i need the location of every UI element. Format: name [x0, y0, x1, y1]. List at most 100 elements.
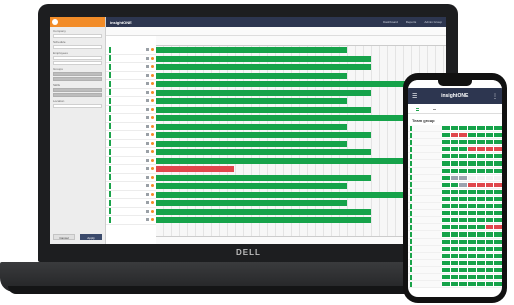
phone-slot[interactable]	[468, 175, 476, 180]
phone-slot[interactable]	[485, 232, 494, 237]
shift-bar[interactable]	[156, 123, 348, 130]
phone-slot[interactable]	[442, 189, 450, 194]
phone-slot[interactable]	[494, 232, 502, 237]
alert-icon[interactable]	[151, 48, 154, 52]
phone-slot[interactable]	[442, 161, 450, 166]
phone-slot[interactable]	[468, 140, 476, 145]
employee-row[interactable]	[106, 165, 156, 174]
phone-slot[interactable]	[442, 253, 450, 258]
phone-slot[interactable]	[450, 126, 459, 131]
phone-slot[interactable]	[494, 204, 502, 209]
phone-slot[interactable]	[468, 161, 476, 166]
phone-slot[interactable]	[468, 154, 476, 159]
phone-slot[interactable]	[485, 196, 494, 202]
phone-slot[interactable]	[485, 147, 494, 152]
info-icon[interactable]	[146, 175, 149, 179]
phone-slot[interactable]	[494, 189, 502, 194]
phone-slot[interactable]	[476, 126, 485, 131]
phone-slot[interactable]	[442, 133, 450, 138]
phone-slot[interactable]	[468, 246, 476, 251]
phone-slot[interactable]	[485, 189, 494, 194]
menu-icon[interactable]: ☰	[412, 93, 417, 100]
phone-employee-row[interactable]	[408, 259, 502, 267]
employee-row[interactable]	[106, 157, 156, 165]
phone-slot[interactable]	[450, 274, 459, 280]
phone-slot[interactable]	[494, 274, 502, 280]
info-icon[interactable]	[146, 167, 149, 171]
phone-slot[interactable]	[468, 218, 476, 223]
groups-field[interactable]	[53, 72, 102, 76]
phone-slot[interactable]	[494, 126, 502, 131]
alert-icon[interactable]	[151, 99, 154, 103]
phone-slot[interactable]	[459, 168, 468, 173]
info-icon[interactable]	[146, 124, 149, 128]
phone-slot[interactable]	[494, 140, 502, 145]
alert-icon[interactable]	[151, 65, 154, 69]
phone-slot[interactable]	[485, 204, 494, 209]
cancel-button[interactable]: Cancel	[53, 234, 75, 240]
phone-slot[interactable]	[459, 133, 468, 138]
phone-slot[interactable]	[459, 253, 468, 258]
shift-bar-alert[interactable]	[156, 166, 235, 173]
phone-slot[interactable]	[485, 140, 494, 145]
info-icon[interactable]	[146, 184, 149, 188]
skills-field-2[interactable]	[53, 93, 102, 97]
phone-slot[interactable]	[494, 239, 502, 244]
phone-slot[interactable]	[450, 161, 459, 166]
phone-slot[interactable]	[494, 246, 502, 251]
info-icon[interactable]	[146, 218, 149, 222]
phone-slot[interactable]	[442, 211, 450, 216]
phone-slot[interactable]	[485, 133, 494, 138]
company-field[interactable]	[53, 34, 102, 38]
phone-slot[interactable]	[450, 225, 459, 230]
alert-icon[interactable]	[151, 73, 154, 77]
groups-field-2[interactable]	[53, 77, 102, 81]
apply-button[interactable]: Apply	[80, 234, 102, 240]
info-icon[interactable]	[146, 209, 149, 213]
phone-slot[interactable]	[442, 267, 450, 272]
employees-field[interactable]	[53, 56, 102, 60]
alert-icon[interactable]	[151, 90, 154, 94]
phone-slot[interactable]	[494, 225, 502, 230]
info-icon[interactable]	[146, 90, 149, 94]
employee-row[interactable]	[106, 148, 156, 157]
phone-employee-row[interactable]	[408, 203, 502, 211]
phone-slot[interactable]	[485, 274, 494, 280]
employee-row[interactable]	[106, 80, 156, 89]
phone-slot[interactable]	[468, 239, 476, 244]
phone-slot[interactable]	[494, 282, 502, 287]
phone-slot[interactable]	[459, 246, 468, 251]
phone-slot[interactable]	[485, 154, 494, 159]
phone-slot[interactable]	[476, 196, 485, 202]
phone-slot[interactable]	[442, 126, 450, 131]
phone-slot[interactable]	[459, 282, 468, 287]
phone-employee-row[interactable]	[408, 153, 502, 161]
admin-link[interactable]: Admin Group	[424, 20, 442, 24]
shift-bar[interactable]	[156, 140, 348, 147]
employee-row[interactable]	[106, 55, 156, 63]
phone-slot[interactable]	[476, 211, 485, 216]
phone-slot[interactable]	[468, 133, 476, 138]
phone-slot[interactable]	[459, 147, 468, 152]
info-icon[interactable]	[146, 133, 149, 137]
phone-slot[interactable]	[485, 218, 494, 223]
employee-row[interactable]	[106, 208, 156, 216]
employee-row[interactable]	[106, 89, 156, 97]
phone-slot[interactable]	[450, 133, 459, 138]
phone-slot[interactable]	[485, 126, 494, 131]
phone-slot[interactable]	[494, 175, 502, 180]
employee-row[interactable]	[106, 199, 156, 208]
phone-slot[interactable]	[476, 246, 485, 251]
phone-slot[interactable]	[442, 218, 450, 223]
shift-bar[interactable]	[156, 89, 371, 96]
shift-bar[interactable]	[156, 98, 348, 105]
tab-inactive[interactable]: ▬	[433, 107, 436, 111]
phone-slot[interactable]	[476, 260, 485, 265]
employee-row[interactable]	[106, 216, 156, 225]
phone-employee-row[interactable]	[408, 224, 502, 232]
phone-slot[interactable]	[450, 182, 459, 187]
employee-row[interactable]	[106, 63, 156, 72]
phone-slot[interactable]	[476, 218, 485, 223]
phone-employee-row[interactable]	[408, 125, 502, 133]
info-icon[interactable]	[146, 73, 149, 77]
